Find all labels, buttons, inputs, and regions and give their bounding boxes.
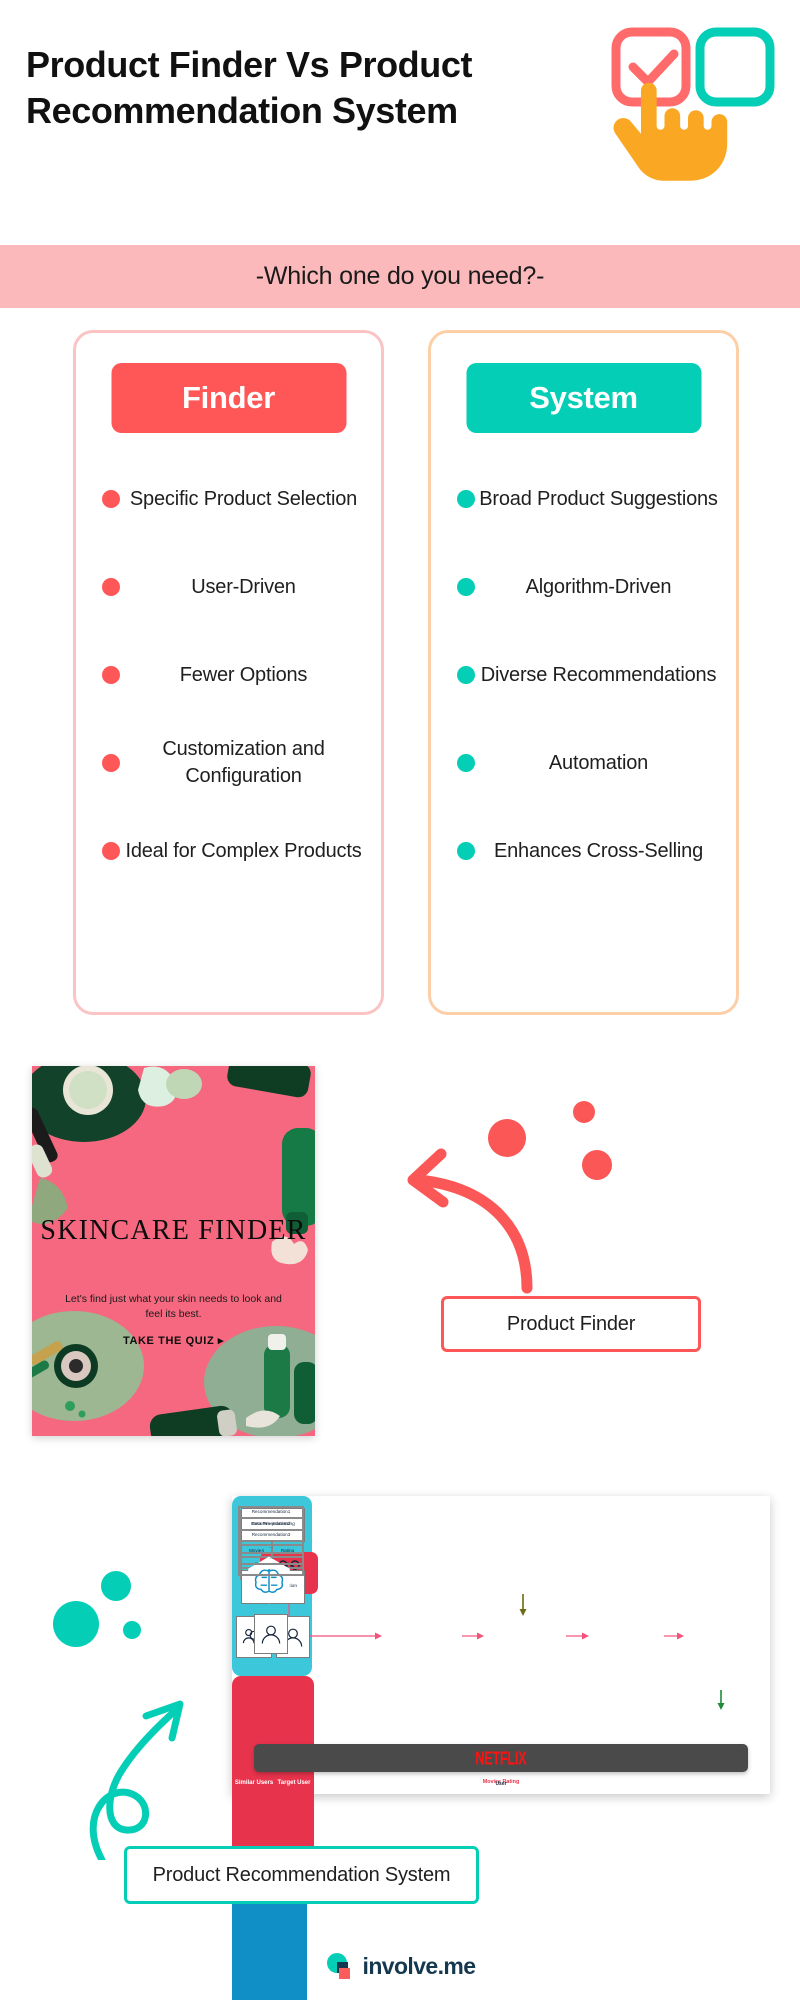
output-user-box	[254, 1614, 288, 1654]
subtitle-band: -Which one do you need?-	[0, 245, 800, 308]
screenshot-subtitle: Let's find just what your skin needs to …	[65, 1293, 282, 1321]
checkbox-hand-illustration	[596, 22, 786, 192]
bullet-dot-icon	[457, 578, 475, 596]
bullet-label: User-Driven	[191, 575, 296, 598]
table-row: ...	[239, 1552, 303, 1564]
subtitle-text: -Which one do you need?-	[255, 262, 545, 290]
table-row: ...	[239, 1563, 303, 1576]
system-card: System Broad Product Suggestions Algorit…	[428, 330, 739, 1015]
take-the-quiz-button[interactable]: TAKE THE QUIZ ▸	[32, 1334, 315, 1347]
table-row: Recommendation2	[239, 1518, 303, 1530]
logo-text: involve.me	[362, 1952, 476, 1979]
logo-mark-icon	[325, 1952, 355, 1980]
table-row: ...	[239, 1541, 303, 1553]
recommendations-table: Recommendation1 Recommendation2 Recommen…	[238, 1506, 304, 1577]
bullet-label: Automation	[548, 751, 649, 774]
recommendation-diagram: Users Movie1 Rating Movie2 Rating Movie3…	[232, 1496, 770, 2000]
bullet-dot-icon	[457, 842, 475, 860]
involve-me-logo: involve.me	[0, 1946, 800, 1986]
curved-left-arrow-icon	[395, 1140, 645, 1300]
bullet-dot-icon	[102, 490, 120, 508]
list-item: User-Driven	[90, 551, 367, 623]
bullet-dot-icon	[102, 842, 120, 860]
single-user-icon	[261, 1625, 281, 1644]
table-row: Recommendation3	[239, 1529, 303, 1542]
list-item: Algorithm-Driven	[445, 551, 722, 623]
list-item: Specific Product Selection	[90, 463, 367, 535]
bullet-dot-icon	[102, 578, 120, 596]
comparison-section: Finder Specific Product Selection User-D…	[0, 330, 800, 1020]
recommendation-system-screenshot: Users Movie1 Rating Movie2 Rating Movie3…	[232, 1496, 770, 2000]
list-item: Broad Product Suggestions	[445, 463, 722, 535]
bullet-label: Diverse Recommendations	[480, 663, 717, 686]
screenshot-title: SKINCARE FINDER	[40, 1215, 307, 1246]
bullet-label: Ideal for Complex Products	[125, 839, 362, 862]
output-user-label: User	[495, 1780, 507, 1787]
list-item: Enhances Cross-Selling	[445, 815, 722, 887]
list-item: Ideal for Complex Products	[90, 815, 367, 887]
bullet-dot-icon	[457, 490, 475, 508]
curved-up-right-arrow-icon	[60, 1660, 220, 1864]
system-bullet-list: Broad Product Suggestions Algorithm-Driv…	[431, 463, 736, 903]
bullet-dot-icon	[457, 754, 475, 772]
list-item: Automation	[445, 727, 722, 799]
bullet-label: Customization and Configuration	[162, 738, 325, 787]
finder-bullet-list: Specific Product Selection User-Driven F…	[76, 463, 381, 903]
bullet-dot-icon	[457, 666, 475, 684]
netflix-label: NETFLIX	[475, 1747, 527, 1769]
bullet-label: Broad Product Suggestions	[479, 487, 718, 510]
bullet-dot-icon	[102, 666, 120, 684]
header: Product Finder Vs Product Recommendation…	[0, 0, 800, 245]
bullet-label: Enhances Cross-Selling	[493, 839, 704, 862]
table-row: Recommendation1	[239, 1507, 303, 1519]
product-recommendation-system-label: Product Recommendation System	[124, 1846, 479, 1904]
empty-checkbox-icon	[695, 27, 775, 107]
finder-badge: Finder	[111, 363, 346, 433]
netflix-brand-bar: NETFLIX	[254, 1744, 748, 1772]
infographic-page: Product Finder Vs Product Recommendation…	[0, 0, 800, 2000]
page-title: Product Finder Vs Product Recommendation…	[26, 44, 473, 131]
product-finder-label: Product Finder	[441, 1296, 701, 1352]
skincare-product-photo	[32, 1066, 315, 1436]
bullet-label: Algorithm-Driven	[525, 575, 672, 598]
skincare-finder-screenshot: SKINCARE FINDER Let's find just what you…	[32, 1066, 315, 1436]
bullet-label: Fewer Options	[179, 663, 308, 686]
screenshot-background	[32, 1066, 315, 1436]
bullet-label: Specific Product Selection	[129, 487, 358, 510]
list-item: Diverse Recommendations	[445, 639, 722, 711]
system-badge: System	[466, 363, 701, 433]
list-item: Customization and Configuration	[90, 727, 367, 799]
list-item: Fewer Options	[90, 639, 367, 711]
bullet-dot-icon	[102, 754, 120, 772]
finder-card: Finder Specific Product Selection User-D…	[73, 330, 384, 1015]
